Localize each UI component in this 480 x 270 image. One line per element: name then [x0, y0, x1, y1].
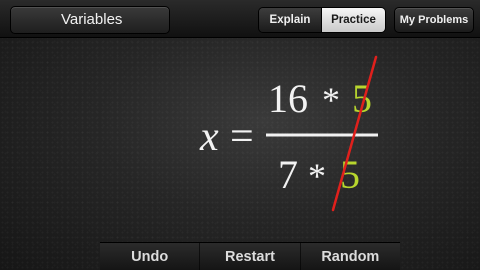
- top-toolbar: Variables Explain Practice My Problems: [0, 0, 480, 38]
- my-problems-button[interactable]: My Problems: [394, 7, 474, 33]
- bottom-toolbar: Undo Restart Random: [100, 242, 400, 270]
- random-button[interactable]: Random: [301, 243, 400, 270]
- tab-practice[interactable]: Practice: [322, 8, 385, 32]
- equation-equals: =: [230, 114, 254, 160]
- tab-explain[interactable]: Explain: [259, 8, 323, 32]
- restart-button[interactable]: Restart: [200, 243, 301, 270]
- denominator-operator: *: [308, 156, 326, 196]
- numerator-operator: *: [322, 80, 340, 120]
- mode-segmented-control: Explain Practice: [258, 7, 386, 33]
- page-title: Variables: [10, 6, 170, 34]
- undo-button[interactable]: Undo: [100, 243, 201, 270]
- denominator-value: 7: [278, 152, 298, 197]
- numerator-value: 16: [268, 76, 308, 121]
- app-root: Variables Explain Practice My Problems x…: [0, 0, 480, 270]
- equation-board: x = 16 * 5 7 * 5: [199, 55, 378, 212]
- equation-variable: x: [199, 114, 219, 160]
